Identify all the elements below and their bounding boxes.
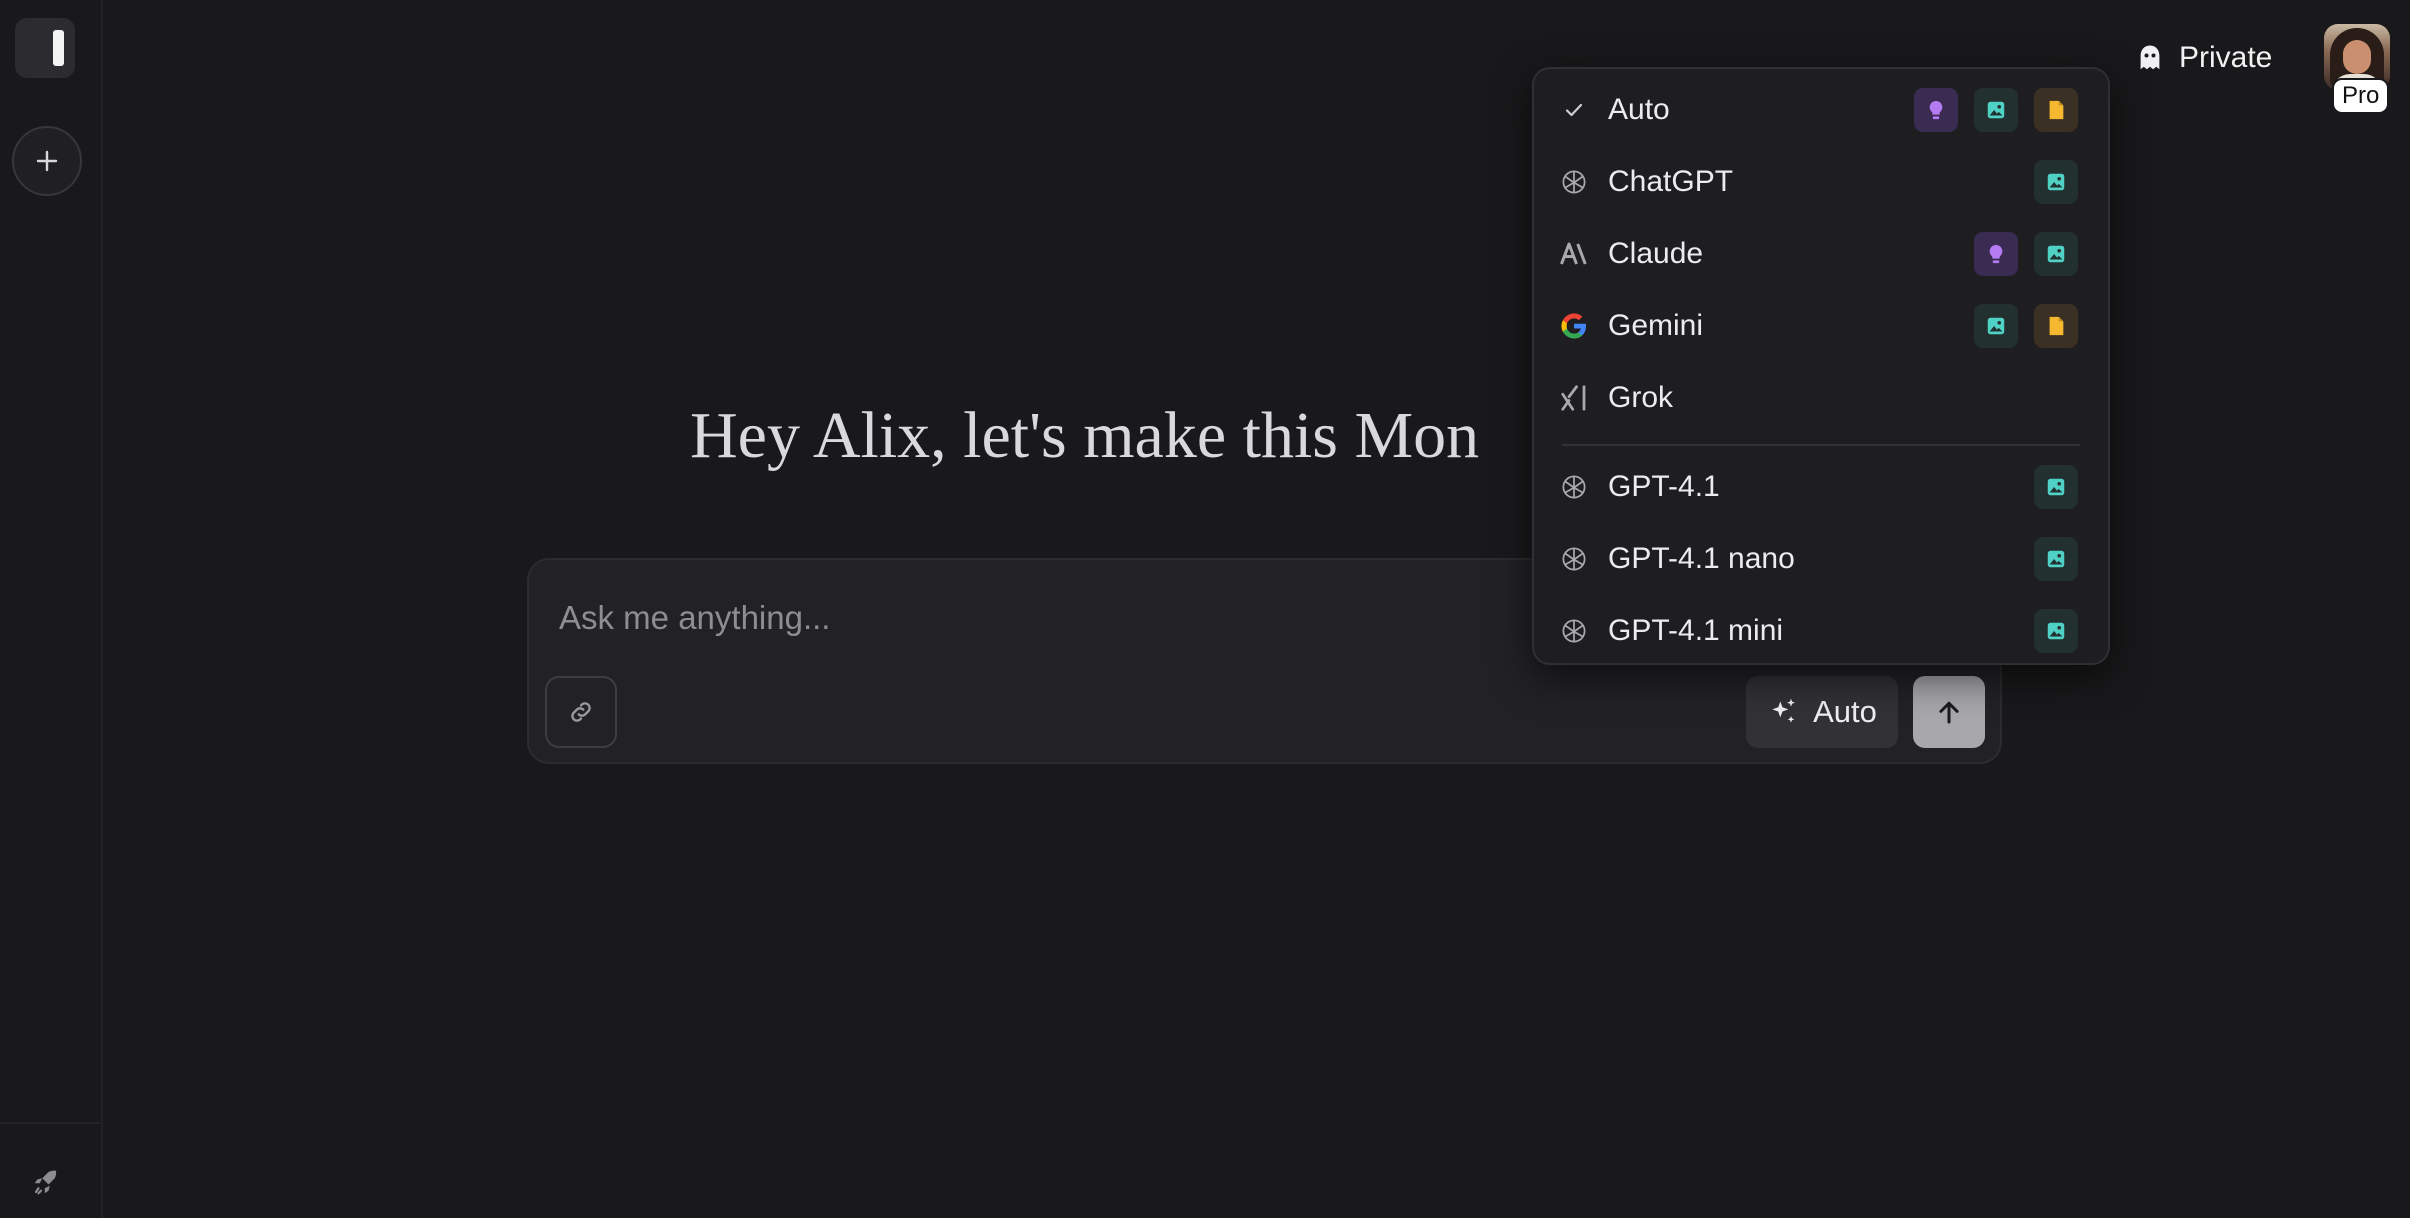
rocket-button[interactable] [28,1164,64,1200]
model-option-grok[interactable]: Grok [1534,362,2108,434]
openai-icon [1559,616,1589,646]
model-option-label: GPT-4.1 nano [1608,542,1795,575]
openai-icon [1559,544,1589,574]
rocket-icon [34,1170,57,1195]
greeting-heading: Hey Alix, let's make this Mon [690,399,1480,472]
reasoning-icon [1914,88,1958,132]
check-icon [1559,95,1589,125]
menu-divider [1562,444,2080,446]
model-option-label: GPT-4.1 [1608,470,1720,503]
google-icon [1559,311,1589,341]
model-dropdown: Auto ChatGPT Claude Gemini Grok GPT-4.1 … [1532,67,2110,665]
image-icon [1974,88,2018,132]
sidebar [0,0,103,1218]
file-icon [2034,88,2078,132]
private-mode-button[interactable]: Private [2135,36,2272,80]
file-icon [2034,304,2078,348]
plus-icon [36,150,58,172]
model-option-gemini[interactable]: Gemini [1534,290,2108,362]
anthropic-icon [1559,239,1589,269]
model-option-label: ChatGPT [1608,165,1734,198]
send-button[interactable] [1913,676,1985,748]
model-option-label: Claude [1608,237,1704,270]
model-option-claude[interactable]: Claude [1534,218,2108,290]
openai-icon [1559,167,1589,197]
user-menu[interactable]: Pro [2324,24,2392,114]
model-option-auto[interactable]: Auto [1534,74,2108,146]
openai-icon [1559,472,1589,502]
xai-icon [1559,383,1589,413]
model-option-label: GPT-4.1 mini [1608,614,1784,647]
image-icon [2034,232,2078,276]
image-icon [2034,160,2078,204]
private-label: Private [2179,41,2273,74]
pro-badge: Pro [2332,78,2390,114]
model-option-gpt-4-1-nano[interactable]: GPT-4.1 nano [1534,523,2108,595]
image-icon [2034,609,2078,653]
new-chat-button[interactable] [12,126,82,196]
sidebar-toggle-icon [53,30,64,66]
image-icon [2034,465,2078,509]
link-icon [571,702,591,722]
model-option-label: Gemini [1608,309,1704,342]
model-option-gpt-4-1-mini[interactable]: GPT-4.1 mini [1534,595,2108,663]
reasoning-icon [1974,232,2018,276]
model-selector-button[interactable]: Auto [1746,676,1898,748]
sidebar-toggle-button[interactable] [15,18,75,78]
model-option-label: Grok [1608,381,1674,414]
model-selector-label: Auto [1813,694,1877,729]
model-option-label: Auto [1608,93,1670,126]
attach-button[interactable] [545,676,617,748]
sparkles-icon [1772,698,1796,723]
image-icon [2034,537,2078,581]
arrow-up-icon [1939,701,1959,724]
model-option-chatgpt[interactable]: ChatGPT [1534,146,2108,218]
ghost-icon [2140,45,2160,70]
model-option-gpt-4-1[interactable]: GPT-4.1 [1534,451,2108,523]
image-icon [1974,304,2018,348]
sidebar-divider [0,1122,103,1124]
